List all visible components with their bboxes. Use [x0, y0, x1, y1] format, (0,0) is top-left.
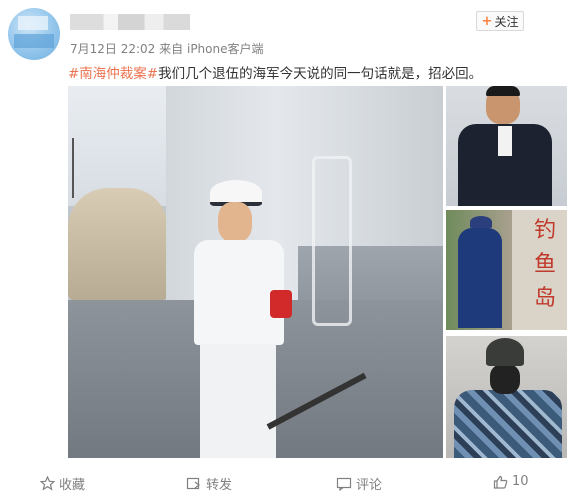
comment-label: 评论	[356, 478, 383, 493]
avatar-blur	[18, 16, 48, 30]
hashtag-link[interactable]: #南海仲裁案#	[68, 66, 158, 82]
user-avatar[interactable]	[8, 8, 60, 60]
photo-sailor-face	[218, 202, 252, 242]
like-button[interactable]: 10	[493, 474, 529, 489]
star-icon	[40, 476, 55, 491]
thumb-photo-officer-uniform[interactable]	[446, 86, 567, 206]
post-action-bar: 收藏 转发 评论 10	[0, 468, 571, 497]
photo-camo-uniform	[454, 390, 562, 458]
post-source[interactable]: iPhone客户端	[187, 42, 264, 56]
thumb-photo-rock-inscription[interactable]: 钓鱼岛	[446, 210, 567, 330]
repost-label: 转发	[206, 478, 233, 493]
username-blurred[interactable]	[70, 14, 190, 30]
plus-icon: +	[481, 13, 493, 29]
photo-uniformed-man	[458, 228, 502, 328]
favorite-button[interactable]: 收藏	[40, 474, 85, 493]
follow-label: 关注	[494, 14, 519, 29]
photo-mast	[72, 138, 74, 198]
source-prefix: 来自	[159, 42, 184, 56]
post-text: #南海仲裁案#我们几个退伍的海军今天说的同一句话就是，招必回。	[68, 62, 563, 82]
photo-hair	[486, 86, 520, 96]
photo-cap	[470, 216, 492, 228]
follow-button[interactable]: + 关注	[476, 11, 524, 31]
comment-button[interactable]: 评论	[336, 474, 382, 493]
main-photo-sailor-on-ship[interactable]	[68, 86, 443, 458]
repost-icon	[186, 477, 200, 489]
photo-sailor-trousers	[200, 344, 276, 458]
post-body: 我们几个退伍的海军今天说的同一句话就是，招必回。	[158, 66, 483, 82]
photo-shirt	[498, 126, 512, 156]
photo-helmet	[486, 338, 524, 366]
repost-button[interactable]: 转发	[186, 474, 232, 493]
avatar-blur	[14, 34, 54, 48]
photo-gas-mask	[490, 364, 520, 394]
like-count: 10	[512, 474, 529, 489]
favorite-label: 收藏	[59, 478, 86, 493]
rock-inscription-text: 钓鱼岛	[534, 218, 557, 311]
photo-covered-turret	[68, 188, 168, 300]
photo-ladder	[312, 156, 352, 326]
thumbs-up-icon	[493, 475, 508, 489]
thumb-photo-gas-mask[interactable]	[446, 336, 567, 458]
post-meta: 7月12日 22:02 来自 iPhone客户端	[70, 40, 264, 57]
post-time[interactable]: 7月12日 22:02	[70, 42, 155, 56]
photo-red-armband	[270, 290, 292, 318]
comment-icon	[336, 477, 352, 491]
